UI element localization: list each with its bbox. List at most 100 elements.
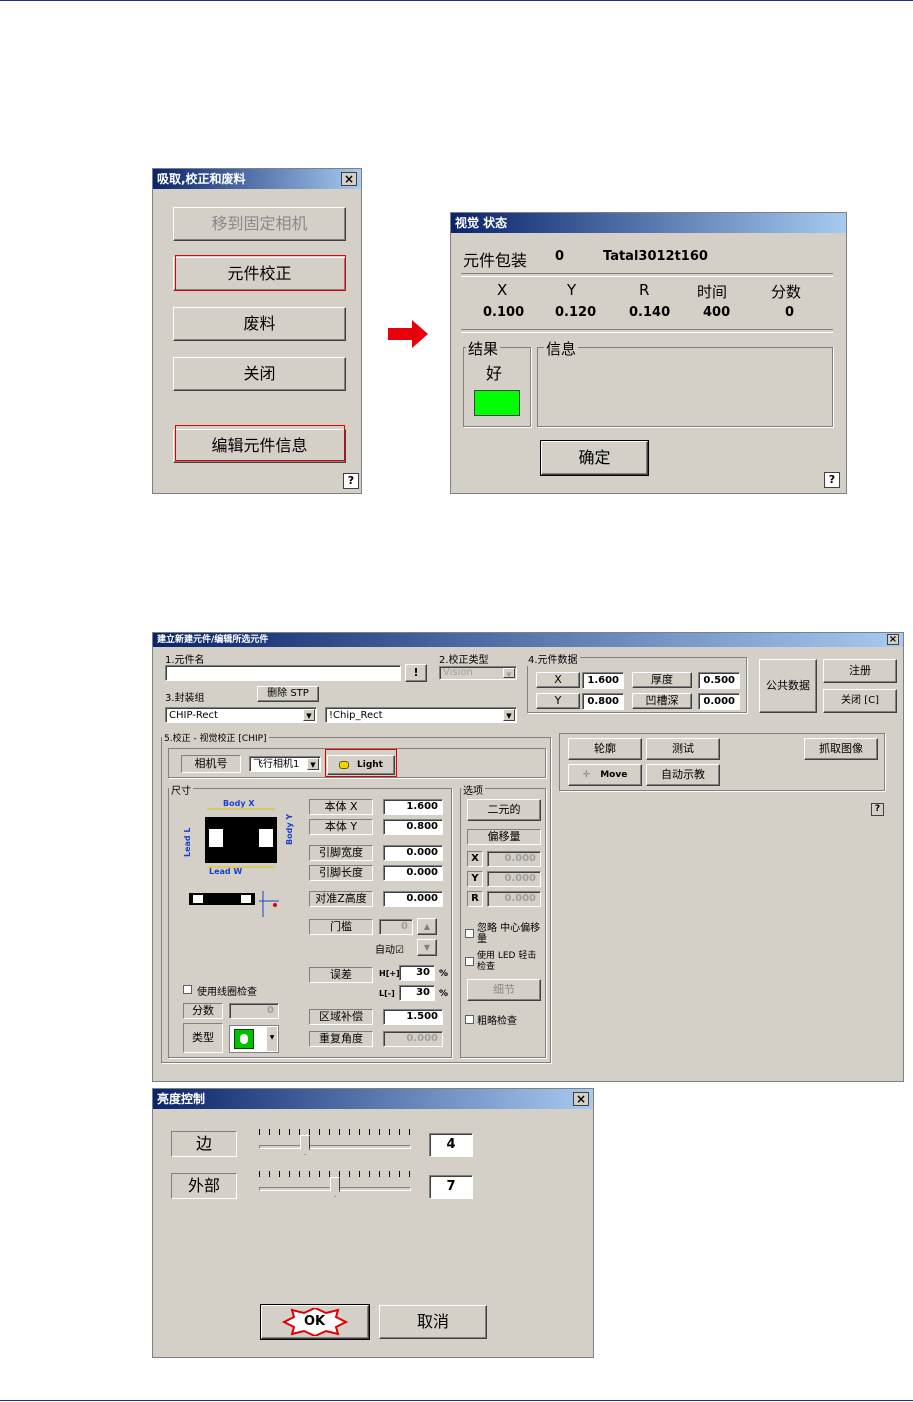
calib-type-value: Vision <box>443 667 473 678</box>
help-icon[interactable]: ? <box>343 473 359 489</box>
y-field[interactable]: 0.800 <box>582 693 624 710</box>
use-led-checkbox[interactable] <box>465 957 474 966</box>
separator <box>461 329 833 333</box>
field-value[interactable]: 1.600 <box>383 799 443 815</box>
pkg-name-select[interactable]: !Chip_Rect ▼ <box>325 707 517 723</box>
rough-check-checkbox[interactable] <box>465 1015 474 1024</box>
close-icon[interactable]: × <box>573 1092 589 1106</box>
pkg-group-select[interactable]: CHIP-Rect ▼ <box>165 707 317 723</box>
slider-value-field[interactable]: 7 <box>429 1175 473 1199</box>
common-data-button[interactable]: 公共数据 <box>759 659 817 713</box>
slider-label: 外部 <box>171 1173 237 1199</box>
test-button[interactable]: 测试 <box>646 738 720 760</box>
size-label: 尺寸 <box>169 782 193 797</box>
y-label: Y <box>536 693 580 709</box>
field-label: 引脚长度 <box>309 865 373 881</box>
pkg-name-value: !Chip_Rect <box>329 710 383 721</box>
threshold-field[interactable]: 0 <box>379 919 413 935</box>
move-crosshair-icon: ✛ <box>582 770 591 780</box>
slider-ticks <box>259 1129 411 1135</box>
delete-stp-button[interactable]: 删除 STP <box>257 686 319 702</box>
repeat-angle-label: 重复角度 <box>309 1031 373 1047</box>
pick-calibrate-dialog: 吸取,校正和废料 × 移到固定相机 元件校正 废料 关闭 编辑元件信息 ? <box>152 168 362 494</box>
value-time: 400 <box>703 305 731 320</box>
area-comp-field[interactable]: 1.500 <box>383 1009 443 1025</box>
part-name: Tatal3012t160 <box>603 249 708 264</box>
field-value[interactable]: 0.000 <box>383 845 443 861</box>
calib-type-label: 2.校正类型 <box>439 655 489 666</box>
contour-button[interactable]: 轮廓 <box>568 738 642 760</box>
move-to-fixed-camera-button[interactable]: 移到固定相机 <box>173 207 346 241</box>
highlight-light <box>325 749 397 777</box>
red-arrow-icon <box>388 320 428 348</box>
field-value[interactable]: 0.800 <box>383 819 443 835</box>
use-coil-label: 使用线圈检查 <box>197 987 257 998</box>
camera-select[interactable]: 飞行相机1 ▼ <box>249 756 321 772</box>
separator <box>461 273 833 277</box>
slider-value-field[interactable]: 4 <box>429 1133 473 1157</box>
slider-thumb[interactable] <box>330 1177 340 1197</box>
grab-image-button[interactable]: 抓取图像 <box>804 738 878 760</box>
field-value[interactable]: 0.000 <box>383 891 443 907</box>
ignore-center-checkbox[interactable] <box>465 929 474 938</box>
slider-thumb[interactable] <box>300 1135 310 1155</box>
header-x: X <box>497 281 508 299</box>
cancel-button[interactable]: 取消 <box>379 1305 487 1339</box>
top-rule <box>0 0 913 1</box>
size-group: 尺寸 Body X Body Y Lead L Lead W 使用线圈检查 分数… <box>168 782 452 1058</box>
close-icon[interactable]: × <box>887 634 899 645</box>
score-field[interactable]: 0 <box>229 1003 279 1019</box>
camera-row: 相机号 飞行相机1 ▼ Light <box>168 748 546 778</box>
groove-label: 凹槽深 <box>632 693 692 709</box>
down-arrow-icon[interactable]: ▼ <box>417 939 437 956</box>
pkg-group-value: CHIP-Rect <box>169 710 218 721</box>
header-score: 分数 <box>771 283 802 301</box>
offset-value-field[interactable]: 0.000 <box>487 851 541 867</box>
calib-type-select[interactable]: Vision ▼ <box>439 666 517 680</box>
groove-field[interactable]: 0.000 <box>698 693 740 710</box>
slider-label: 边 <box>171 1131 237 1157</box>
package-label: 元件包装 <box>463 251 528 270</box>
field-label: 对准Z高度 <box>309 891 373 907</box>
vision-status-dialog: 视觉 状态 元件包装 0 Tatal3012t160 X Y R 时间 分数 0… <box>450 212 847 494</box>
l-field[interactable]: 30 <box>399 985 435 1001</box>
auto-teach-button[interactable]: 自动示教 <box>646 764 720 786</box>
move-button[interactable]: ✛ Move <box>568 764 642 786</box>
brightness-dialog-titlebar: 亮度控制 <box>153 1089 593 1109</box>
discard-button[interactable]: 废料 <box>173 307 346 341</box>
offset-value-field[interactable]: 0.000 <box>487 891 541 907</box>
thickness-field[interactable]: 0.500 <box>698 672 740 689</box>
value-score: 0 <box>785 305 795 320</box>
x-field[interactable]: 1.600 <box>582 672 624 689</box>
up-arrow-icon[interactable]: ▲ <box>417 918 437 935</box>
slider-track[interactable] <box>259 1145 411 1149</box>
binary-button[interactable]: 二元的 <box>467 799 541 821</box>
thickness-label: 厚度 <box>632 672 692 688</box>
name-action-button[interactable]: ! <box>405 664 427 682</box>
ok-button[interactable]: OK <box>260 1304 370 1340</box>
offset-axis-label: X <box>467 851 483 867</box>
l-label: L[-] <box>379 989 395 998</box>
register-button[interactable]: 注册 <box>823 659 897 683</box>
h-field[interactable]: 30 <box>399 965 435 981</box>
close-button[interactable]: 关闭 <box>173 357 346 391</box>
detail-button[interactable]: 细节 <box>467 979 541 1001</box>
part-name-input[interactable] <box>165 665 401 681</box>
move-label: Move <box>600 770 628 780</box>
offset-value-field[interactable]: 0.000 <box>487 871 541 887</box>
brightness-dialog-title: 亮度控制 <box>157 1092 206 1106</box>
options-group: 选项 二元的 偏移量 X 0.000 Y 0.000 R 0.000 忽略 中心偏移量 使… <box>460 782 546 1058</box>
vision-dialog-title: 视觉 状态 <box>455 216 508 230</box>
pick-dialog-title: 吸取,校正和废料 <box>157 172 246 186</box>
help-icon[interactable]: ? <box>824 472 840 488</box>
help-icon[interactable]: ? <box>871 803 884 816</box>
close-icon[interactable]: × <box>341 172 357 186</box>
header-time: 时间 <box>697 283 728 301</box>
repeat-angle-field[interactable]: 0.000 <box>383 1031 443 1047</box>
confirm-button[interactable]: 确定 <box>540 440 649 476</box>
field-value[interactable]: 0.000 <box>383 865 443 881</box>
use-coil-checkbox[interactable] <box>183 985 192 994</box>
close-c-button[interactable]: 关闭 [C] <box>823 689 897 713</box>
info-group: 信息 <box>537 338 833 427</box>
type-select[interactable]: ▼ <box>229 1025 279 1053</box>
